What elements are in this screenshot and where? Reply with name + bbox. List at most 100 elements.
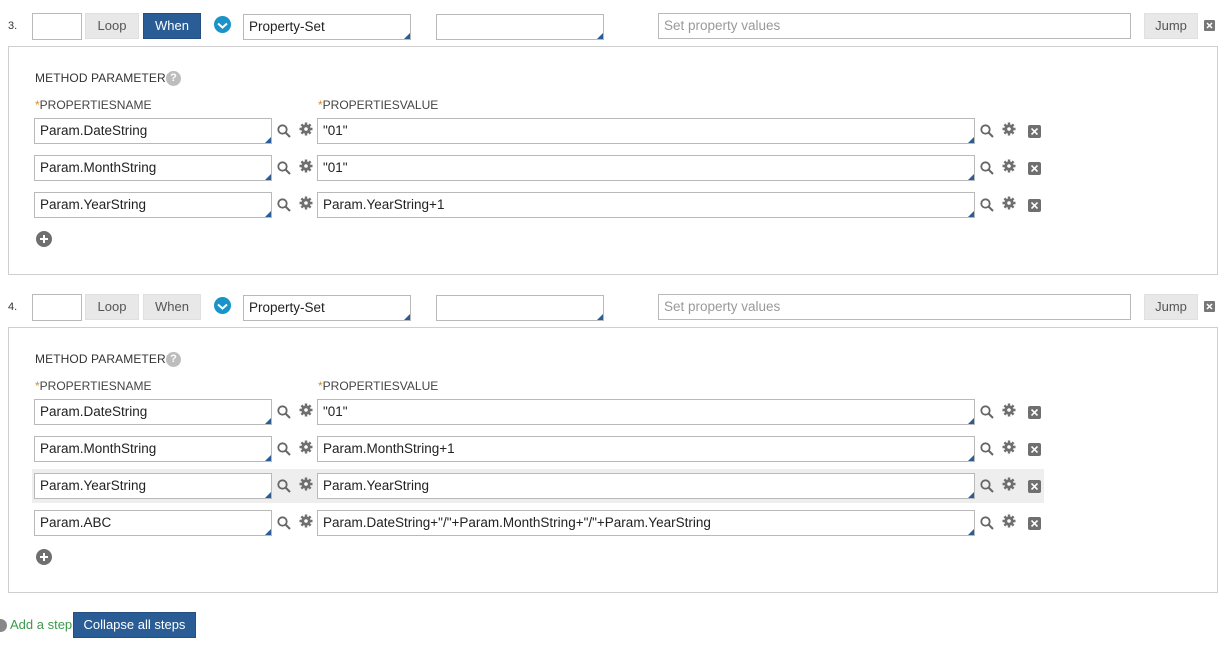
step-3-header: 3. Loop When Property-Set Set property v…	[0, 12, 1224, 42]
gear-icon[interactable]	[299, 440, 313, 454]
gear-icon[interactable]	[299, 477, 313, 491]
step-label-input[interactable]	[32, 294, 82, 321]
gear-icon[interactable]	[299, 122, 313, 136]
delete-row-icon[interactable]	[1028, 125, 1041, 138]
method-field[interactable]: Property-Set	[243, 14, 411, 40]
search-icon[interactable]	[980, 516, 994, 530]
search-icon[interactable]	[980, 161, 994, 175]
delete-row-icon[interactable]	[1028, 517, 1041, 530]
gear-icon[interactable]	[1002, 403, 1016, 417]
add-row-icon[interactable]	[36, 549, 52, 565]
delete-row-icon[interactable]	[1028, 480, 1041, 493]
property-name-input[interactable]: Param.YearString	[34, 473, 272, 499]
search-icon[interactable]	[980, 198, 994, 212]
gear-icon[interactable]	[1002, 514, 1016, 528]
search-icon[interactable]	[980, 442, 994, 456]
property-name-input[interactable]: Param.DateString	[34, 399, 272, 425]
search-icon[interactable]	[277, 442, 291, 456]
property-value-text: Param.DateString+"/"+Param.MonthString+"…	[323, 515, 711, 530]
step-4-header: 4. Loop When Property-Set Set property v…	[0, 293, 1224, 323]
method-value: Property-Set	[249, 19, 325, 34]
property-name-input[interactable]: Param.DateString	[34, 118, 272, 144]
search-icon[interactable]	[980, 405, 994, 419]
checkmark-icon[interactable]	[214, 297, 231, 314]
step-label-input[interactable]	[32, 13, 82, 40]
jump-button[interactable]: Jump	[1144, 13, 1198, 39]
gear-icon[interactable]	[1002, 159, 1016, 173]
autocomplete-corner-icon	[404, 314, 410, 320]
add-row-icon[interactable]	[36, 231, 52, 247]
col-value-label: *PROPERTIESVALUE	[318, 98, 439, 112]
gear-icon[interactable]	[299, 403, 313, 417]
description-placeholder: Set property values	[664, 18, 781, 33]
close-icon[interactable]	[1204, 20, 1215, 31]
property-value-input[interactable]: "01"	[317, 155, 975, 181]
search-icon[interactable]	[277, 124, 291, 138]
property-name-value: Param.ABC	[40, 515, 112, 530]
step-number: 3.	[8, 20, 18, 32]
loop-button[interactable]: Loop	[85, 13, 139, 39]
autocomplete-corner-icon	[265, 137, 271, 143]
property-value-input[interactable]: Param.MonthString+1	[317, 436, 975, 462]
search-icon[interactable]	[277, 516, 291, 530]
search-icon[interactable]	[980, 124, 994, 138]
col-name-label: *PROPERTIESNAME	[35, 98, 152, 112]
jump-button[interactable]: Jump	[1144, 294, 1198, 320]
method-parameters-title: METHOD PARAMETERS	[35, 71, 174, 85]
when-button[interactable]: When	[143, 13, 201, 39]
search-icon[interactable]	[277, 198, 291, 212]
property-name-input[interactable]: Param.MonthString	[34, 436, 272, 462]
gear-icon[interactable]	[299, 196, 313, 210]
loop-button[interactable]: Loop	[85, 294, 139, 320]
delete-row-icon[interactable]	[1028, 162, 1041, 175]
method-parameters-title: METHOD PARAMETERS	[35, 352, 174, 366]
property-name-value: Param.DateString	[40, 404, 148, 419]
description-input[interactable]: Set property values	[658, 13, 1131, 39]
autocomplete-corner-icon	[265, 418, 271, 424]
help-icon[interactable]: ?	[166, 71, 181, 86]
search-icon[interactable]	[277, 479, 291, 493]
autocomplete-corner-icon	[968, 455, 974, 461]
property-value-input[interactable]: Param.YearString	[317, 473, 975, 499]
search-icon[interactable]	[980, 479, 994, 493]
gear-icon[interactable]	[1002, 440, 1016, 454]
autocomplete-corner-icon	[265, 174, 271, 180]
property-value-input[interactable]: Param.YearString+1	[317, 192, 975, 218]
description-input[interactable]: Set property values	[658, 294, 1131, 320]
search-icon[interactable]	[277, 161, 291, 175]
property-value-text: "01"	[323, 123, 348, 138]
property-value-input[interactable]: Param.DateString+"/"+Param.MonthString+"…	[317, 510, 975, 536]
method-field[interactable]: Property-Set	[243, 295, 411, 321]
add-step-link[interactable]: Add a step	[10, 617, 72, 632]
collapse-all-steps-button[interactable]: Collapse all steps	[73, 612, 196, 638]
autocomplete-corner-icon	[968, 211, 974, 217]
property-name-input[interactable]: Param.MonthString	[34, 155, 272, 181]
property-value-input[interactable]: "01"	[317, 399, 975, 425]
gear-icon[interactable]	[1002, 477, 1016, 491]
property-name-input[interactable]: Param.ABC	[34, 510, 272, 536]
delete-row-icon[interactable]	[1028, 443, 1041, 456]
add-step-icon[interactable]	[0, 619, 7, 632]
search-icon[interactable]	[277, 405, 291, 419]
property-value-input[interactable]: "01"	[317, 118, 975, 144]
gear-icon[interactable]	[1002, 196, 1016, 210]
property-name-value: Param.YearString	[40, 197, 147, 212]
step-page-field[interactable]	[436, 14, 604, 40]
gear-icon[interactable]	[299, 159, 313, 173]
gear-icon[interactable]	[299, 514, 313, 528]
autocomplete-corner-icon	[968, 418, 974, 424]
delete-row-icon[interactable]	[1028, 199, 1041, 212]
property-value-text: Param.YearString+1	[323, 197, 445, 212]
property-name-value: Param.MonthString	[40, 160, 157, 175]
close-icon[interactable]	[1204, 301, 1215, 312]
when-button[interactable]: When	[143, 294, 201, 320]
help-icon[interactable]: ?	[166, 352, 181, 367]
property-name-input[interactable]: Param.YearString	[34, 192, 272, 218]
delete-row-icon[interactable]	[1028, 406, 1041, 419]
step-page-field[interactable]	[436, 295, 604, 321]
col-value-label: *PROPERTIESVALUE	[318, 379, 439, 393]
gear-icon[interactable]	[1002, 122, 1016, 136]
autocomplete-corner-icon	[265, 211, 271, 217]
checkmark-icon[interactable]	[214, 16, 231, 33]
property-name-value: Param.YearString	[40, 478, 147, 493]
